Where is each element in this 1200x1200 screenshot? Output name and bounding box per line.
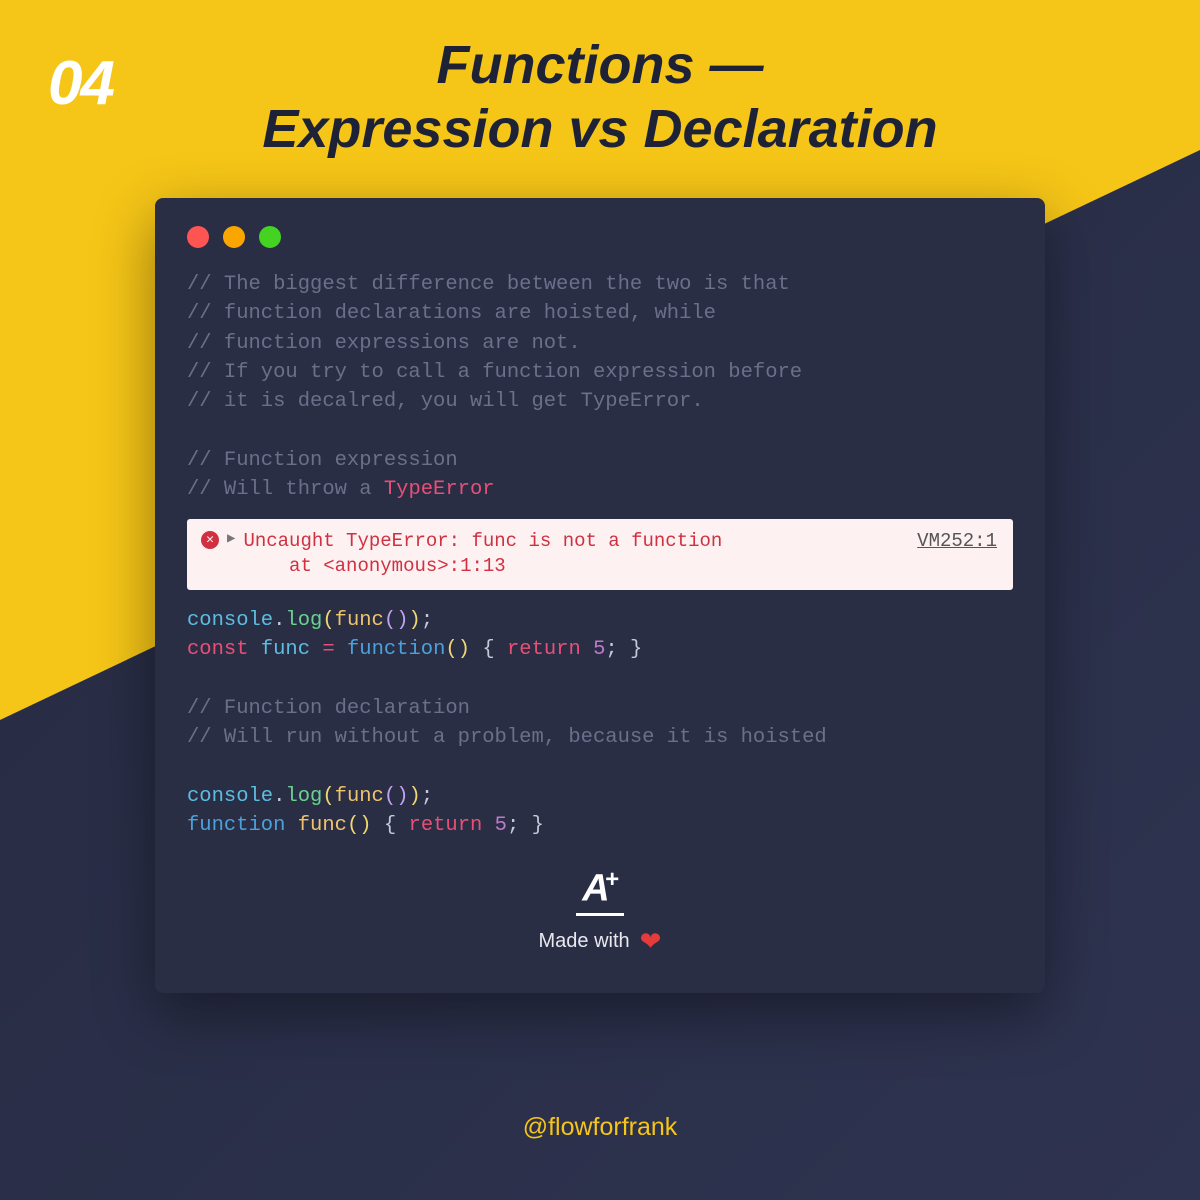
page-title: Functions — Expression vs Declaration <box>0 34 1200 161</box>
token-func: func <box>335 609 384 632</box>
token-func: func <box>335 785 384 808</box>
comment-line: // Will run without a problem, because i… <box>187 726 827 749</box>
window-traffic-lights <box>155 226 1045 270</box>
comment-line: // Function declaration <box>187 697 470 720</box>
token-log: log <box>285 609 322 632</box>
error-icon: ✕ <box>201 531 219 549</box>
logo-underline <box>576 913 624 916</box>
comment-line: // Function expression <box>187 449 458 472</box>
minimize-icon[interactable] <box>223 226 245 248</box>
logo: A+ <box>155 866 1045 916</box>
title-line-2: Expression vs Declaration <box>0 98 1200 162</box>
made-with-label: Made with ❤ <box>155 926 1045 957</box>
token-const: const <box>187 638 249 661</box>
token-return: return <box>507 638 581 661</box>
console-error: ✕ ▶ Uncaught TypeError: func is not a fu… <box>187 519 1013 590</box>
token-function: function <box>347 638 445 661</box>
comment-line: // Will throw a TypeError <box>187 478 495 501</box>
comment-line: // it is decalred, you will get TypeErro… <box>187 390 704 413</box>
token-number: 5 <box>495 814 507 837</box>
logo-plus: + <box>605 866 618 893</box>
author-handle[interactable]: @flowforfrank <box>0 1113 1200 1142</box>
comment-line: // function declarations are hoisted, wh… <box>187 302 716 325</box>
comment-text: // Will throw a <box>187 478 384 501</box>
token-func: func <box>298 814 347 837</box>
token-log: log <box>285 785 322 808</box>
error-message: Uncaught TypeError: func is not a functi… <box>243 529 909 580</box>
token-function: function <box>187 814 285 837</box>
title-line-1: Functions — <box>0 34 1200 98</box>
expand-arrow-icon: ▶ <box>227 530 235 549</box>
error-line1: Uncaught TypeError: func is not a functi… <box>243 530 722 552</box>
token-return: return <box>409 814 483 837</box>
made-with-text: Made with <box>539 930 630 953</box>
comment-line: // function expressions are not. <box>187 332 581 355</box>
code-block: console.log(func()); const func = functi… <box>155 606 1045 841</box>
token-console: console <box>187 785 273 808</box>
error-line2: at <anonymous>:1:13 <box>243 555 505 577</box>
token-console: console <box>187 609 273 632</box>
maximize-icon[interactable] <box>259 226 281 248</box>
error-source-link[interactable]: VM252:1 <box>917 529 997 555</box>
highlight-typeerror: TypeError <box>384 478 495 501</box>
close-icon[interactable] <box>187 226 209 248</box>
token-number: 5 <box>593 638 605 661</box>
editor-footer: A+ Made with ❤ <box>155 866 1045 957</box>
comment-line: // The biggest difference between the tw… <box>187 273 790 296</box>
heart-icon: ❤ <box>640 926 662 957</box>
code-editor-window: // The biggest difference between the tw… <box>155 198 1045 993</box>
code-block: // The biggest difference between the tw… <box>155 270 1045 505</box>
token-func-ident: func <box>261 638 310 661</box>
comment-line: // If you try to call a function express… <box>187 361 802 384</box>
